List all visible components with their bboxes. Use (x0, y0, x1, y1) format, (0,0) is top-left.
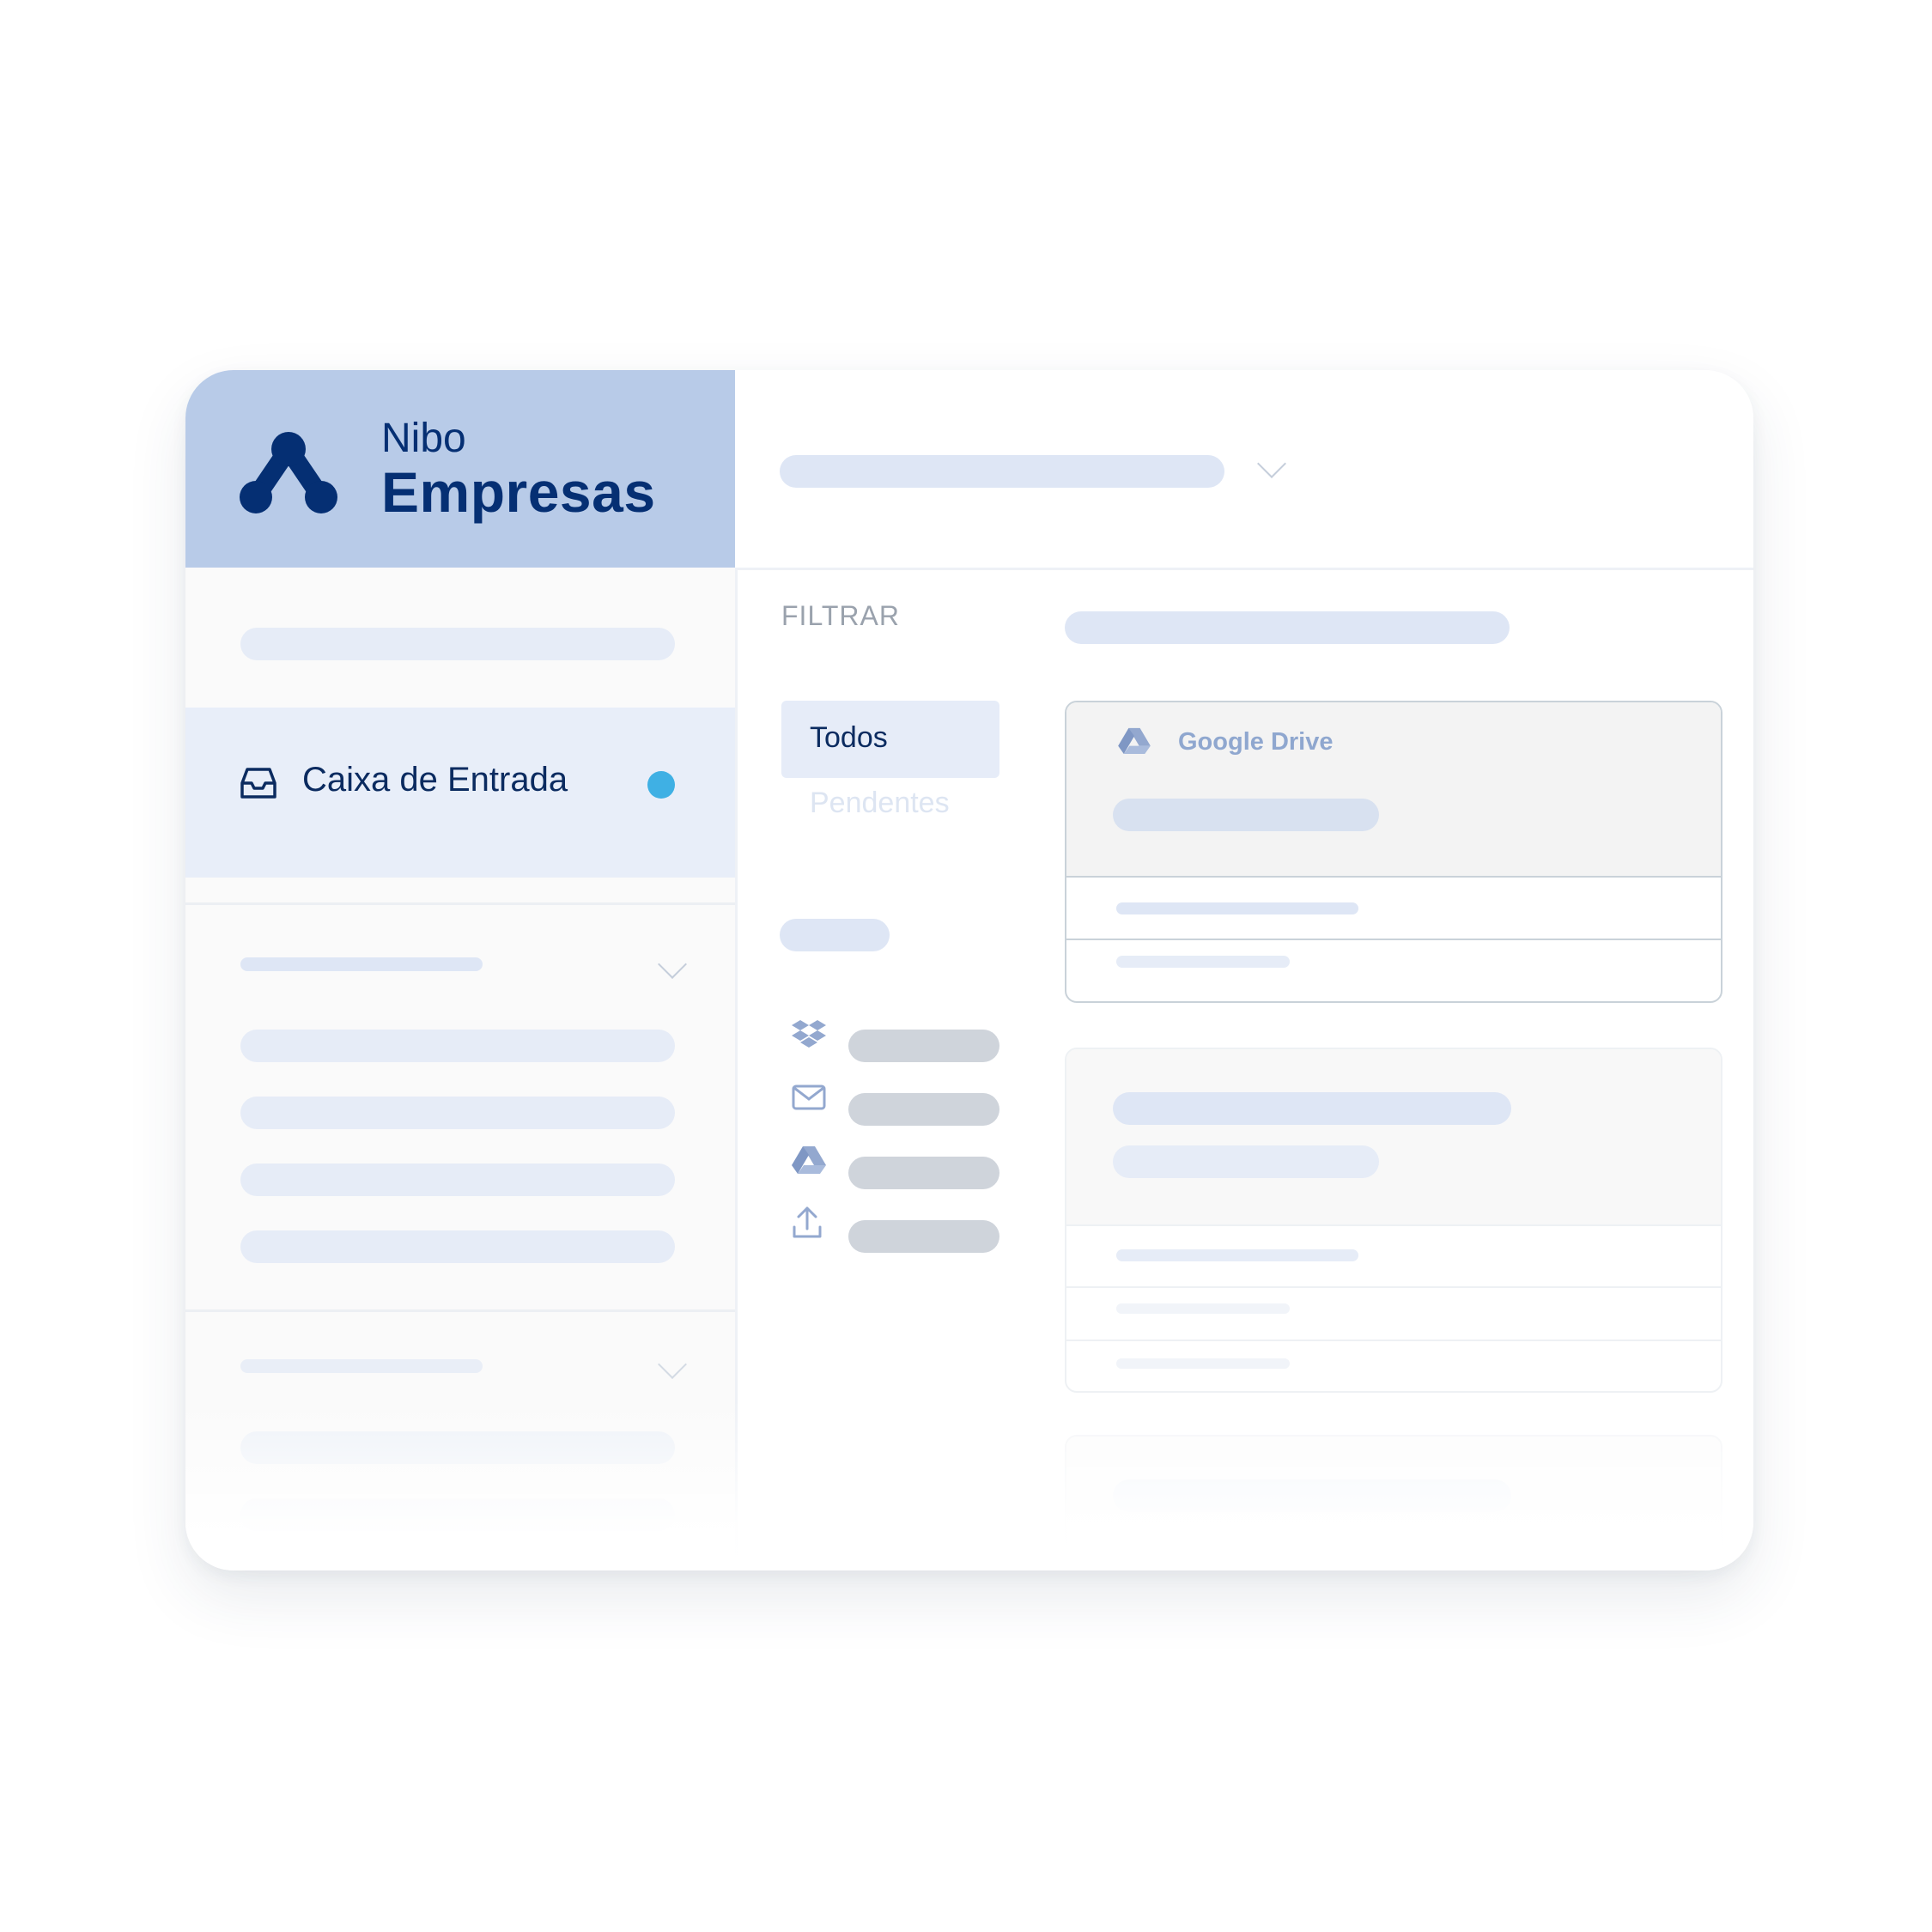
sidebar-item-label: Caixa de Entrada (302, 761, 568, 799)
sidebar-item-placeholder[interactable] (240, 1030, 675, 1062)
section-header-placeholder[interactable] (240, 1359, 483, 1373)
filter-title: FILTRAR (781, 600, 900, 631)
sidebar-item-placeholder[interactable] (240, 628, 675, 660)
app-window: Nibo Empresas Caixa de Entrada FILTRAR T… (185, 370, 1753, 1571)
source-label-placeholder[interactable] (848, 1030, 999, 1062)
section-header-placeholder[interactable] (240, 957, 483, 971)
sidebar-item-placeholder[interactable] (240, 1163, 675, 1196)
nibo-logo-icon (240, 432, 337, 513)
document-row-placeholder (1116, 1303, 1290, 1314)
source-label-placeholder[interactable] (848, 1157, 999, 1189)
brand-name-bottom: Empresas (381, 460, 656, 524)
content-title-placeholder (1065, 611, 1510, 644)
document-row-divider (1066, 1286, 1721, 1288)
source-label-placeholder[interactable] (848, 1093, 999, 1126)
inbox-icon (240, 768, 276, 799)
filter-option-label: Todos (810, 721, 888, 754)
sidebar-section-divider (185, 1309, 735, 1312)
google-drive-icon (792, 1146, 826, 1174)
document-row-placeholder (1116, 1249, 1358, 1261)
document-subtitle-placeholder (1113, 1145, 1379, 1178)
filter-option-pendentes[interactable]: Pendentes (810, 787, 950, 820)
mail-icon (792, 1084, 826, 1110)
document-card[interactable]: Google Drive (1065, 701, 1722, 1003)
scroll-fade-overlay (185, 1399, 1753, 1571)
upload-icon (793, 1206, 822, 1238)
document-title-placeholder (1113, 1092, 1511, 1125)
document-card-header (1066, 702, 1721, 878)
document-card[interactable] (1065, 1048, 1722, 1393)
document-title-placeholder (1113, 799, 1379, 831)
dropbox-icon (792, 1020, 826, 1048)
brand-name-top: Nibo (381, 416, 466, 461)
notification-dot (647, 771, 675, 799)
document-row-divider (1066, 939, 1721, 940)
source-label-placeholder[interactable] (848, 1220, 999, 1253)
document-row-placeholder (1116, 956, 1290, 968)
document-card-header (1066, 1049, 1721, 1226)
sidebar-item-placeholder[interactable] (240, 1097, 675, 1129)
document-row-divider (1066, 1340, 1721, 1341)
filter-group-placeholder[interactable] (780, 919, 890, 951)
sidebar-item-placeholder[interactable] (240, 1230, 675, 1263)
sidebar-section-divider (185, 902, 735, 905)
top-bar-divider (735, 568, 1753, 570)
brand-header: Nibo Empresas (185, 370, 735, 568)
google-drive-icon (1118, 727, 1151, 754)
document-row-placeholder (1116, 902, 1358, 914)
document-source-label: Google Drive (1178, 728, 1334, 756)
company-selector-placeholder[interactable] (780, 455, 1224, 488)
document-row-placeholder (1116, 1358, 1290, 1369)
